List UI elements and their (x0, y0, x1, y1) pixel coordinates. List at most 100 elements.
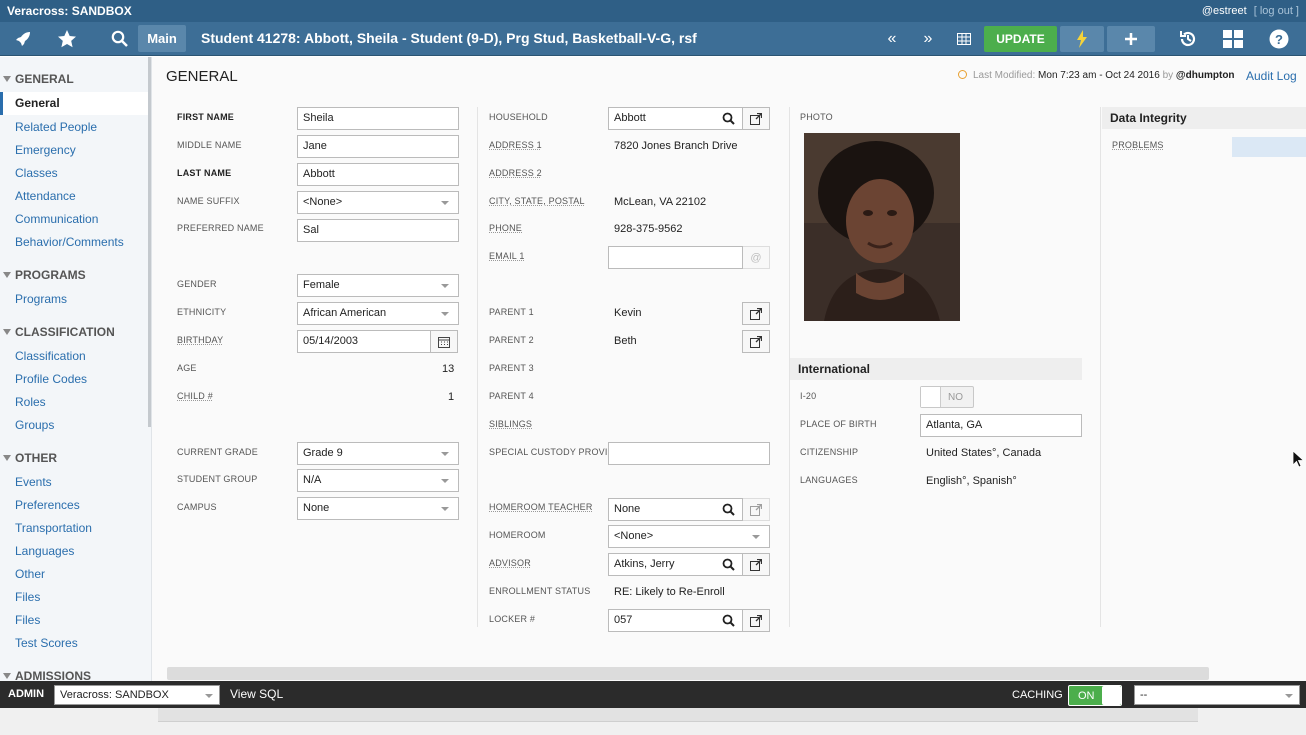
search-icon[interactable] (722, 503, 735, 516)
preferred-name-field[interactable]: Sal (297, 219, 459, 242)
open-link-icon[interactable] (742, 609, 770, 632)
sidebar-item-profile-codes[interactable]: Profile Codes (15, 372, 87, 386)
sidebar-scrollbar[interactable] (148, 57, 151, 427)
apps-icon[interactable] (1221, 22, 1245, 56)
sidebar-item-communication[interactable]: Communication (15, 212, 98, 226)
caching-toggle[interactable]: ON (1068, 685, 1122, 706)
sidebar-item-groups[interactable]: Groups (15, 418, 54, 432)
page-title: GENERAL (166, 68, 238, 85)
age-value: 13 (442, 363, 455, 375)
student-group-label: STUDENT GROUP (177, 474, 258, 484)
current-grade-select[interactable]: Grade 9 (297, 442, 459, 465)
languages-label: LANGUAGES (800, 475, 858, 485)
household-label: HOUSEHOLD (489, 112, 548, 122)
sidebar-item-general[interactable]: General (0, 92, 148, 115)
sidebar-section-programs[interactable]: PROGRAMS (3, 268, 86, 282)
sidebar-item-test-scores[interactable]: Test Scores (15, 636, 78, 650)
last-name-label: LAST NAME (177, 168, 232, 178)
middle-name-field[interactable]: Jane (297, 135, 459, 158)
help-icon[interactable]: ? (1267, 22, 1291, 56)
search-icon[interactable] (722, 614, 735, 627)
sidebar-section-other[interactable]: OTHER (3, 451, 57, 465)
environment-select[interactable]: Veracross: SANDBOX (54, 685, 220, 705)
i20-toggle[interactable]: NO (920, 386, 974, 408)
open-link-icon[interactable] (742, 553, 770, 576)
last-name-field[interactable]: Abbott (297, 163, 459, 186)
sidebar-item-other[interactable]: Other (15, 567, 45, 581)
sidebar-section-admissions[interactable]: ADMISSIONS (3, 669, 91, 681)
audit-log-link[interactable]: Audit Log (1246, 69, 1297, 83)
email1-label: EMAIL 1 (489, 251, 525, 261)
gender-label: GENDER (177, 279, 217, 289)
sidebar-item-classification[interactable]: Classification (15, 349, 86, 363)
caching-label: CACHING (1012, 689, 1063, 701)
sidebar-section-classification[interactable]: CLASSIFICATION (3, 325, 115, 339)
toggle-knob (921, 387, 941, 407)
tab-main[interactable]: Main (138, 25, 186, 52)
logout-link[interactable]: [ log out ] (1254, 5, 1299, 17)
sidebar-item-roles[interactable]: Roles (15, 395, 46, 409)
plus-icon[interactable] (1107, 26, 1155, 52)
collapse-icon (3, 76, 11, 82)
languages-value: English°, Spanish° (926, 475, 1017, 487)
place-of-birth-field[interactable]: Atlanta, GA (920, 414, 1082, 437)
ethnicity-select[interactable]: African American (297, 302, 459, 325)
child-number-label: CHILD # (177, 391, 213, 401)
grid-icon[interactable] (952, 22, 976, 56)
sidebar-item-files[interactable]: Files (15, 590, 40, 604)
history-icon[interactable] (1176, 22, 1200, 56)
calendar-icon[interactable] (430, 330, 458, 353)
prev-icon[interactable]: « (880, 22, 904, 56)
search-icon[interactable] (722, 558, 735, 571)
email1-field[interactable] (608, 246, 743, 269)
sidebar-item-preferences[interactable]: Preferences (15, 498, 80, 512)
open-link-icon[interactable] (742, 107, 770, 130)
student-group-select[interactable]: N/A (297, 469, 459, 492)
gender-select[interactable]: Female (297, 274, 459, 297)
bolt-icon[interactable] (1060, 26, 1104, 52)
email-icon[interactable]: @ (742, 246, 770, 269)
phone-label: PHONE (489, 223, 523, 233)
address2-label: ADDRESS 2 (489, 168, 542, 178)
rocket-icon[interactable] (8, 22, 38, 56)
footer-select[interactable]: -- (1134, 685, 1300, 705)
search-icon[interactable] (722, 112, 735, 125)
sidebar-section-general[interactable]: GENERAL (3, 72, 74, 86)
column-divider (477, 107, 478, 627)
sidebar-item-attendance[interactable]: Attendance (15, 189, 76, 203)
sidebar-item-transportation[interactable]: Transportation (15, 521, 92, 535)
sidebar-item-files-2[interactable]: Files (15, 613, 40, 627)
parent1-label: PARENT 1 (489, 307, 534, 317)
open-link-icon[interactable] (742, 498, 770, 521)
parent1-value: Kevin (614, 307, 642, 319)
next-icon[interactable]: » (916, 22, 940, 56)
first-name-field[interactable]: Sheila (297, 107, 459, 130)
sidebar-item-languages[interactable]: Languages (15, 544, 74, 558)
campus-select[interactable]: None (297, 497, 459, 520)
update-button[interactable]: UPDATE (984, 26, 1057, 52)
sidebar-item-behavior-comments[interactable]: Behavior/Comments (15, 235, 124, 249)
view-sql-link[interactable]: View SQL (230, 687, 283, 701)
enrollment-status-label: ENROLLMENT STATUS (489, 586, 591, 596)
sidebar-item-programs[interactable]: Programs (15, 292, 67, 306)
special-custody-field[interactable] (608, 442, 770, 465)
open-link-icon[interactable] (742, 330, 770, 353)
siblings-label: SIBLINGS (489, 419, 533, 429)
sidebar-item-emergency[interactable]: Emergency (15, 143, 76, 157)
open-link-icon[interactable] (742, 302, 770, 325)
age-label: AGE (177, 363, 197, 373)
homeroom-select[interactable]: <None> (608, 525, 770, 548)
sidebar-item-related-people[interactable]: Related People (15, 120, 97, 134)
collapse-icon (3, 673, 11, 679)
bottom-scroll-area (158, 708, 1198, 722)
birthday-field[interactable]: 05/14/2003 (297, 330, 431, 353)
current-grade-label: CURRENT GRADE (177, 447, 258, 457)
horizontal-scrollbar[interactable] (167, 667, 1209, 680)
sidebar-item-events[interactable]: Events (15, 475, 52, 489)
star-icon[interactable] (52, 22, 82, 56)
search-icon[interactable] (105, 22, 135, 56)
main-content: GENERAL Last Modified: Mon 7:23 am - Oct… (152, 57, 1306, 681)
student-photo[interactable] (804, 133, 960, 321)
name-suffix-select[interactable]: <None> (297, 191, 459, 214)
sidebar-item-classes[interactable]: Classes (15, 166, 58, 180)
